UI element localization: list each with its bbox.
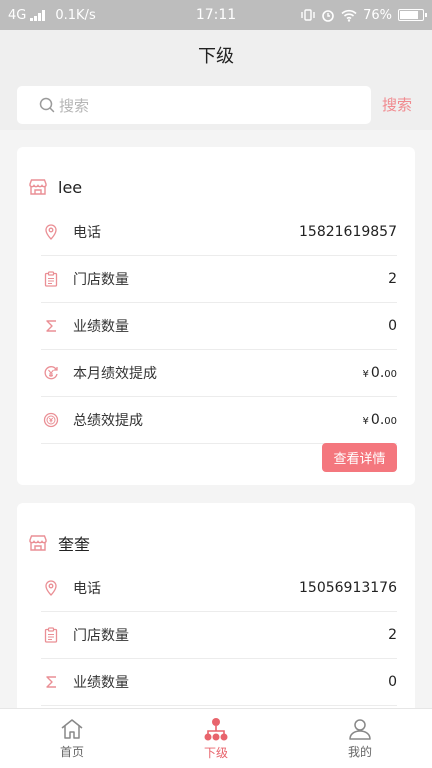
store-count-row: 门店数量 2 [41, 256, 397, 303]
yuan-circle-icon [41, 412, 61, 428]
month-commission-row: 本月绩效提成 ¥0.00 [41, 350, 397, 397]
clipboard-icon [41, 271, 61, 287]
member-card-header: lee [17, 165, 415, 209]
month-commission-value: ¥0.00 [363, 365, 397, 381]
alarm-icon [322, 10, 334, 22]
member-card: lee 电话 15821619857 门店数量 2 业绩数量 0 本月绩效提成 … [17, 147, 415, 485]
home-icon [61, 718, 83, 739]
phone-row: 电话 15056913176 [41, 565, 397, 612]
sigma-icon [41, 675, 61, 689]
phone-label: 电话 [73, 225, 101, 241]
performance-count-row: 业绩数量 0 [41, 659, 397, 706]
phone-row: 电话 15821619857 [41, 209, 397, 256]
member-card-header: 奎奎 [17, 521, 415, 565]
performance-count-label: 业绩数量 [73, 319, 129, 335]
bottom-nav: 首页 下级 我的 [0, 708, 432, 768]
location-icon [41, 580, 61, 596]
currency-symbol: ¥ [362, 369, 369, 380]
store-icon [29, 535, 47, 551]
nav-profile-label: 我的 [347, 744, 372, 759]
status-bar: 4G 0.1K/s 17:11 76% [0, 0, 432, 30]
battery-icon [398, 9, 427, 21]
search-button[interactable]: 搜索 [382, 94, 412, 115]
performance-count-row: 业绩数量 0 [41, 303, 397, 350]
store-icon [29, 179, 47, 195]
yuan-refresh-icon [41, 365, 61, 381]
network-type: 4G [8, 7, 27, 23]
member-name: 奎奎 [58, 535, 91, 554]
amount-integer: 0. [370, 365, 385, 381]
clipboard-icon [41, 627, 61, 643]
title-bar: 下级 [0, 30, 432, 80]
amount-cents: 00 [384, 416, 397, 427]
location-icon [41, 224, 61, 240]
phone-value: 15056913176 [299, 580, 397, 596]
wifi-icon [341, 9, 357, 22]
nav-home[interactable]: 首页 [0, 709, 144, 768]
nav-home-label: 首页 [59, 744, 84, 759]
currency-symbol: ¥ [362, 416, 369, 427]
store-count-value: 2 [388, 271, 397, 287]
total-commission-label: 总绩效提成 [73, 413, 143, 429]
view-details-button[interactable]: 查看详情 [322, 443, 397, 472]
total-commission-row: 总绩效提成 ¥0.00 [41, 397, 397, 444]
amount-cents: 00 [384, 369, 397, 380]
phone-value: 15821619857 [299, 224, 397, 240]
user-icon [349, 718, 371, 740]
month-commission-label: 本月绩效提成 [73, 366, 157, 382]
search-icon [39, 97, 55, 113]
performance-count-value: 0 [388, 674, 397, 690]
nav-subordinates[interactable]: 下级 [144, 709, 288, 768]
search-area: 搜索 搜索 [0, 80, 432, 130]
nav-subordinates-label: 下级 [203, 745, 228, 760]
status-right: 76% [301, 7, 427, 23]
amount-integer: 0. [370, 412, 385, 428]
page-title: 下级 [198, 46, 234, 67]
member-name: lee [58, 177, 83, 197]
store-count-label: 门店数量 [73, 272, 129, 288]
store-count-value: 2 [388, 627, 397, 643]
search-input[interactable]: 搜索 [17, 86, 371, 124]
performance-count-value: 0 [388, 318, 397, 334]
phone-label: 电话 [73, 581, 101, 597]
network-speed: 0.1K/s [55, 7, 96, 23]
search-placeholder: 搜索 [59, 96, 90, 115]
member-list[interactable]: lee 电话 15821619857 门店数量 2 业绩数量 0 本月绩效提成 … [0, 130, 432, 708]
battery-percent: 76% [363, 7, 392, 23]
status-left: 4G 0.1K/s [8, 8, 301, 23]
nav-profile[interactable]: 我的 [288, 709, 432, 768]
member-card: 奎奎 电话 15056913176 门店数量 2 业绩数量 0 本月绩效提成 ¥… [17, 503, 415, 708]
total-commission-value: ¥0.00 [363, 412, 397, 428]
performance-count-label: 业绩数量 [73, 675, 129, 691]
org-tree-icon [204, 717, 228, 740]
signal-icon [30, 9, 46, 21]
store-count-label: 门店数量 [73, 628, 129, 644]
store-count-row: 门店数量 2 [41, 612, 397, 659]
vibrate-icon [301, 9, 315, 21]
sigma-icon [41, 319, 61, 333]
